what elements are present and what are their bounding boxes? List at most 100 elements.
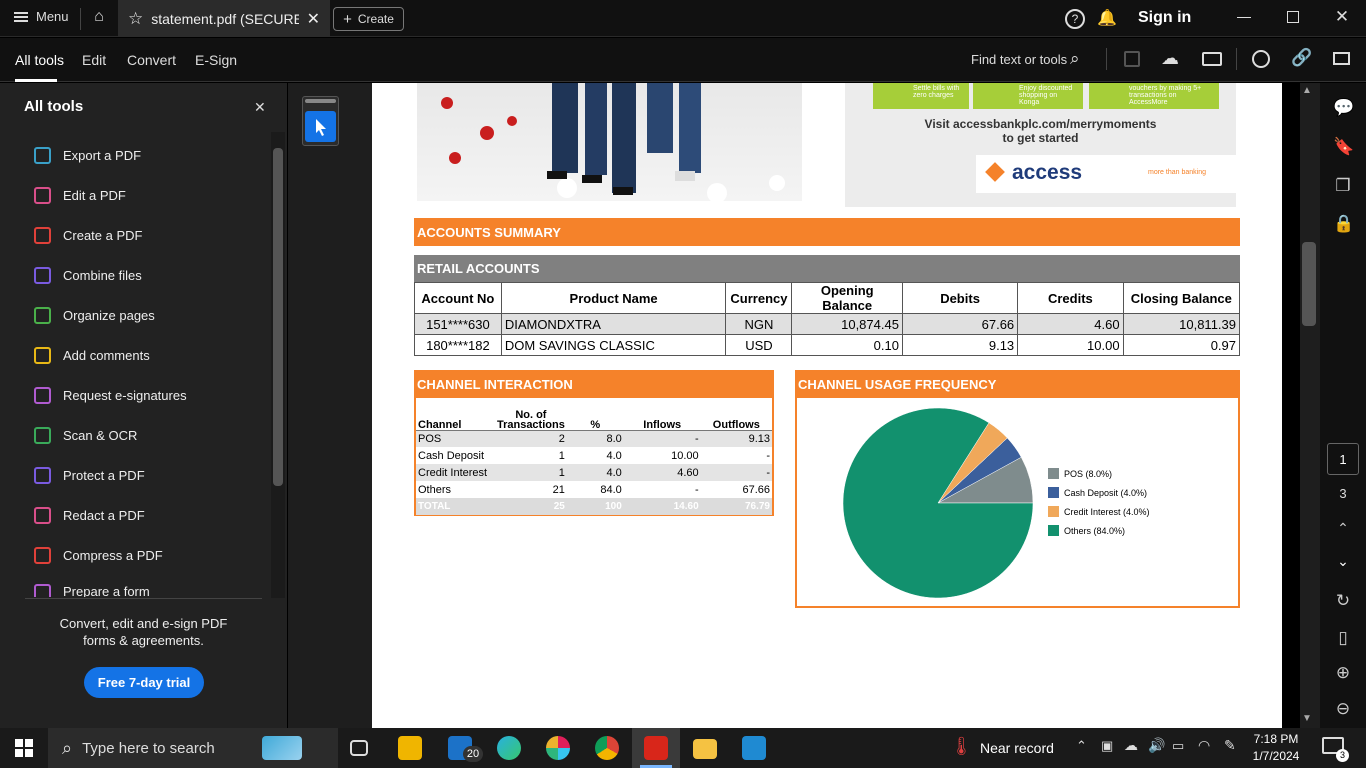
mail-badge: 20 [463, 746, 483, 762]
free-trial-button[interactable]: Free 7-day trial [84, 667, 204, 698]
clock-date: 1/7/2024 [1252, 749, 1300, 763]
table-cell: 4.0 [606, 449, 622, 462]
tool-item[interactable]: Organize pages [34, 304, 155, 326]
refresh-icon[interactable]: ↻ [1333, 591, 1353, 611]
column-header: Closing Balance [1122, 282, 1241, 314]
find-text-button[interactable]: Find text or tools [971, 52, 1067, 67]
upload-cloud-icon[interactable]: ☁ [1161, 48, 1179, 69]
tool-icon [34, 584, 51, 597]
visit-text: Visit accessbankplc.com/merrymoments [924, 117, 1157, 131]
volume-icon[interactable]: 🔊 [1148, 737, 1165, 754]
tray-device-icon[interactable]: ▣ [1101, 738, 1113, 754]
search-placeholder: Type here to search [82, 739, 215, 757]
document-tab[interactable]: ☆ statement.pdf (SECURE... ✕ [118, 0, 330, 37]
scroll-down-icon[interactable]: ▼ [1302, 713, 1312, 724]
chevron-up-icon[interactable]: ⌃ [1333, 520, 1353, 540]
table-cell: 4.60 [623, 464, 701, 481]
table-cell: 0.97 [1122, 334, 1241, 356]
vscode-icon[interactable] [742, 736, 766, 760]
mail-icon[interactable] [1333, 52, 1350, 65]
tool-item[interactable]: Scan & OCR [34, 424, 137, 446]
tool-label: Request e-signatures [63, 387, 187, 403]
accounts-table: Account No Product Name Currency Opening Ba… [414, 282, 1241, 356]
page-fit-icon[interactable]: ▯ [1333, 628, 1353, 648]
menu-button[interactable]: Menu [14, 9, 69, 24]
close-tab-icon[interactable]: ✕ [307, 9, 320, 29]
page-number-current[interactable]: 1 [1327, 443, 1359, 475]
tool-item[interactable]: Compress a PDF [34, 544, 163, 566]
column-header: Channel [416, 400, 495, 431]
bell-icon[interactable]: 🔔 [1097, 8, 1117, 28]
tool-icon [34, 426, 51, 444]
create-button[interactable]: + Create [333, 7, 404, 31]
link-icon[interactable]: 🔗 [1291, 48, 1312, 68]
minimize-icon[interactable] [1237, 17, 1251, 18]
page-number-total: 3 [1339, 486, 1347, 501]
slack-icon[interactable] [546, 736, 570, 760]
battery-icon[interactable]: ▭ [1172, 738, 1184, 754]
close-window-icon[interactable]: ✕ [1333, 7, 1351, 27]
pages-icon[interactable]: ❐ [1333, 176, 1353, 196]
print-icon[interactable] [1202, 52, 1222, 66]
weather-text[interactable]: Near record [980, 740, 1054, 756]
restore-icon[interactable] [1287, 11, 1299, 23]
zoom-out-icon[interactable]: ⊖ [1333, 699, 1353, 719]
tool-label: Combine files [63, 267, 142, 283]
acrobat-icon[interactable] [644, 736, 668, 760]
tool-item[interactable]: Protect a PDF [34, 464, 145, 486]
file-explorer-icon[interactable] [693, 739, 717, 759]
share-user-icon[interactable] [1252, 50, 1270, 68]
close-panel-icon[interactable]: ✕ [254, 99, 266, 116]
tool-item[interactable]: Export a PDF [34, 144, 141, 166]
tool-item[interactable]: Combine files [34, 264, 142, 286]
page-scroll-thumb[interactable] [1302, 242, 1316, 326]
tab-e-sign[interactable]: E-Sign [195, 52, 237, 68]
table-cell: Cash Deposit [418, 449, 485, 462]
wifi-icon[interactable]: ◠ [1198, 737, 1210, 754]
tab-convert[interactable]: Convert [127, 52, 176, 68]
tool-item[interactable]: Create a PDF [34, 224, 142, 246]
windows-start-icon[interactable] [15, 739, 33, 762]
table-cell: 10.00 [1017, 334, 1124, 356]
store-icon[interactable] [398, 736, 422, 760]
chevron-down-icon[interactable]: ⌄ [1333, 553, 1353, 573]
tool-item[interactable]: Add comments [34, 344, 150, 366]
task-view-icon[interactable] [350, 740, 368, 756]
edge-icon[interactable] [497, 736, 521, 760]
select-tool-button[interactable] [305, 111, 336, 142]
panel-scroll-thumb[interactable] [273, 148, 283, 486]
home-icon[interactable]: ⌂ [88, 8, 110, 26]
bookmark-icon[interactable]: 🔖 [1333, 137, 1354, 157]
legend-item: Cash Deposit (4.0%) [1048, 483, 1150, 502]
chrome-icon[interactable] [595, 736, 619, 760]
comment-icon[interactable]: 💬 [1333, 98, 1354, 118]
save-icon[interactable] [1124, 51, 1140, 67]
palette-handle[interactable] [305, 99, 336, 103]
tool-item[interactable]: Edit a PDF [34, 184, 126, 206]
tab-edit[interactable]: Edit [82, 52, 106, 68]
tool-item[interactable]: Prepare a form [34, 584, 150, 597]
tab-all-tools[interactable]: All tools [15, 52, 64, 68]
cursor-arrow-icon [316, 119, 326, 136]
scroll-up-icon[interactable]: ▲ [1302, 85, 1312, 96]
tool-label: Protect a PDF [63, 467, 145, 483]
search-highlight-icon[interactable] [262, 736, 302, 760]
onedrive-icon[interactable]: ☁ [1124, 737, 1138, 754]
search-icon[interactable]: ⌕ [1070, 49, 1080, 69]
page-scrollbar[interactable] [1300, 83, 1320, 728]
tool-label: Scan & OCR [63, 427, 138, 443]
hamburger-icon [14, 11, 28, 22]
tool-item[interactable]: Redact a PDF [34, 504, 145, 526]
tool-gutter [288, 83, 372, 728]
help-icon[interactable]: ? [1065, 9, 1085, 29]
lock-icon[interactable]: 🔒 [1333, 214, 1354, 234]
thermometer-icon[interactable]: 🌡 [950, 736, 973, 757]
tool-item[interactable]: Request e-signatures [34, 384, 187, 406]
zoom-in-icon[interactable]: ⊕ [1333, 663, 1353, 683]
column-header: Outflows [700, 400, 772, 431]
tray-chevron-icon[interactable]: ⌃ [1076, 738, 1087, 754]
sign-in-button[interactable]: Sign in [1138, 9, 1191, 27]
clock[interactable]: 7:18 PM 1/7/2024 [1248, 731, 1304, 765]
star-icon[interactable]: ☆ [128, 9, 143, 29]
pen-icon[interactable]: ✎ [1224, 737, 1236, 754]
